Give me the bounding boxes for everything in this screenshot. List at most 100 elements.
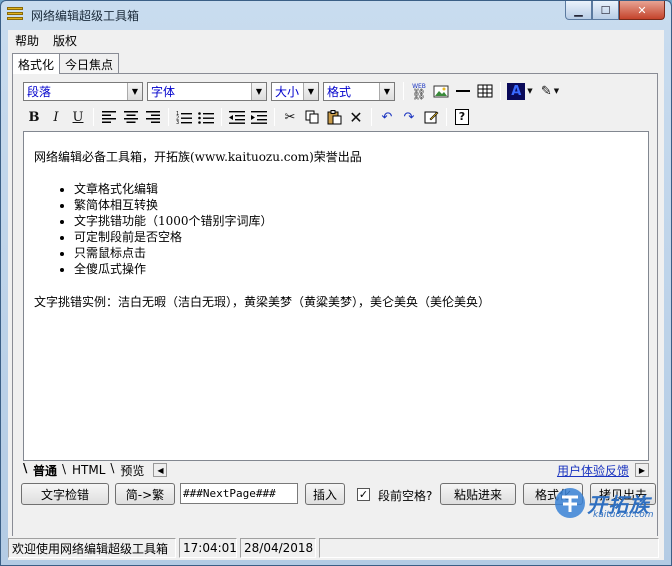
copy-icon: [305, 110, 318, 124]
status-empty: [319, 538, 659, 558]
undo-icon: ↶: [381, 109, 393, 125]
outdent-icon: [229, 110, 245, 124]
toolbar-separator: [446, 108, 447, 126]
highlighter-icon: ✎: [540, 83, 552, 99]
highlight-color-button[interactable]: ✎ ▼: [535, 81, 565, 102]
main-tabs: 格式化 今日焦点: [12, 53, 120, 74]
chevron-down-icon: ▼: [553, 87, 560, 95]
tab-format[interactable]: 格式化: [12, 53, 61, 74]
edit-note-icon: [424, 111, 438, 124]
redo-icon: ↷: [403, 109, 415, 125]
window-title: 网络编辑超级工具箱: [31, 9, 140, 23]
minimize-button[interactable]: ▁: [565, 1, 592, 20]
help-button[interactable]: ?: [451, 107, 473, 128]
font-select[interactable]: 字体 ▼: [147, 81, 267, 101]
toolbar-top: 段落 ▼ 字体 ▼ 大小 ▼ 格式 ▼ WEB ⛓ A ▼ ✎ ▼: [23, 80, 565, 102]
tab-normal[interactable]: 普通: [23, 461, 62, 479]
next-page-input[interactable]: ###NextPage###: [180, 483, 298, 504]
style-select[interactable]: 格式 ▼: [323, 81, 395, 101]
horizontal-rule-button[interactable]: [452, 81, 474, 102]
align-left-button[interactable]: [98, 107, 120, 128]
undo-button[interactable]: ↶: [376, 107, 398, 128]
simp-to-trad-button[interactable]: 简->繁: [115, 483, 175, 505]
list-item: 全傻瓜式操作: [74, 261, 648, 277]
bold-button[interactable]: B: [23, 107, 45, 128]
font-select-value: 字体: [151, 84, 176, 99]
align-right-button[interactable]: [142, 107, 164, 128]
indent-icon: [251, 110, 267, 124]
tab-html[interactable]: HTML: [62, 462, 110, 477]
paragraph-select-value: 段落: [27, 84, 52, 99]
table-icon: [477, 84, 493, 98]
feedback-link[interactable]: 用户体验反馈: [557, 462, 629, 479]
scroll-right-button[interactable]: ▶: [635, 463, 649, 477]
toolbar-bottom: B I U 123 ✂ ✕ ↶ ↷ ?: [23, 106, 473, 128]
menu-copyright[interactable]: 版权: [46, 32, 84, 49]
bullet-list-button[interactable]: [195, 107, 217, 128]
insert-image-button[interactable]: [430, 81, 452, 102]
app-window: 网络编辑超级工具箱 ▁ ☐ ✕ 帮助 版权 格式化 今日焦点 段落 ▼ 字体 ▼: [0, 0, 672, 566]
italic-icon: I: [53, 109, 59, 125]
horizontal-rule-icon: [456, 90, 470, 92]
chevron-down-icon: ▼: [303, 82, 318, 100]
edit-source-button[interactable]: [420, 107, 442, 128]
insert-button[interactable]: 插入: [305, 483, 345, 505]
size-select-value: 大小: [275, 84, 300, 99]
toolbar-separator: [168, 108, 169, 126]
size-select[interactable]: 大小 ▼: [271, 81, 319, 101]
list-item: 可定制段前是否空格: [74, 229, 648, 245]
copy-button[interactable]: [301, 107, 323, 128]
align-center-icon: [124, 111, 138, 123]
italic-button[interactable]: I: [45, 107, 67, 128]
watermark-url: kaituozu.com: [593, 510, 654, 520]
paragraph-select[interactable]: 段落 ▼: [23, 81, 143, 101]
chevron-down-icon: ▼: [379, 82, 394, 100]
toolbar-separator: [371, 108, 372, 126]
bold-icon: B: [28, 109, 40, 125]
cut-button[interactable]: ✂: [279, 107, 301, 128]
menu-bar: 帮助 版权: [8, 30, 664, 50]
list-item: 文章格式化编辑: [74, 181, 648, 197]
status-message: 欢迎使用网络编辑超级工具箱: [8, 538, 176, 558]
editor-intro: 网络编辑必备工具箱，开拓族(www.kaituozu.com)荣誉出品: [34, 150, 362, 164]
title-bar[interactable]: 网络编辑超级工具箱 ▁ ☐ ✕: [1, 1, 671, 29]
menu-help[interactable]: 帮助: [8, 32, 46, 49]
align-left-icon: [102, 111, 116, 123]
chevron-down-icon: ▼: [127, 82, 142, 100]
numbered-list-button[interactable]: 123: [173, 107, 195, 128]
align-center-button[interactable]: [120, 107, 142, 128]
image-icon: [433, 85, 449, 98]
tab-today[interactable]: 今日焦点: [59, 53, 120, 73]
toolbar-separator: [403, 82, 404, 100]
toolbar-separator: [93, 108, 94, 126]
app-menu-icon[interactable]: [7, 7, 23, 23]
chevron-down-icon: ▼: [251, 82, 266, 100]
status-bar: 欢迎使用网络编辑超级工具箱 17:04:01 28/04/2018: [8, 536, 664, 560]
indent-button[interactable]: [248, 107, 270, 128]
redo-button[interactable]: ↷: [398, 107, 420, 128]
indent-checkbox[interactable]: ✓: [357, 488, 370, 501]
maximize-button[interactable]: ☐: [592, 1, 619, 20]
outdent-button[interactable]: [226, 107, 248, 128]
tab-preview[interactable]: 预览: [110, 461, 149, 479]
paste-button[interactable]: [323, 107, 345, 128]
scroll-left-button[interactable]: ◀: [153, 463, 168, 477]
help-icon: ?: [455, 109, 469, 125]
insert-table-button[interactable]: [474, 81, 496, 102]
list-item: 繁简体相互转换: [74, 197, 648, 213]
underline-button[interactable]: U: [67, 107, 89, 128]
bullet-list-icon: [198, 111, 214, 124]
check-text-button[interactable]: 文字检错: [21, 483, 109, 505]
feature-list: 文章格式化编辑 繁简体相互转换 文字挑错功能（1000个错别字词库） 可定制段前…: [34, 181, 648, 277]
clipboard-icon: [327, 109, 341, 124]
rich-text-editor[interactable]: 网络编辑必备工具箱，开拓族(www.kaituozu.com)荣誉出品 文章格式…: [23, 131, 649, 461]
paste-in-button[interactable]: 粘贴进来: [440, 483, 516, 505]
numbered-list-icon: 123: [176, 111, 192, 124]
delete-button[interactable]: ✕: [345, 107, 367, 128]
close-button[interactable]: ✕: [619, 1, 665, 20]
chevron-down-icon: ▼: [527, 87, 533, 95]
indent-checkbox-label: 段前空格?: [378, 489, 433, 503]
font-color-button[interactable]: A ▼: [505, 81, 535, 102]
insert-link-button[interactable]: WEB ⛓: [408, 81, 430, 102]
toolbar-separator: [221, 108, 222, 126]
